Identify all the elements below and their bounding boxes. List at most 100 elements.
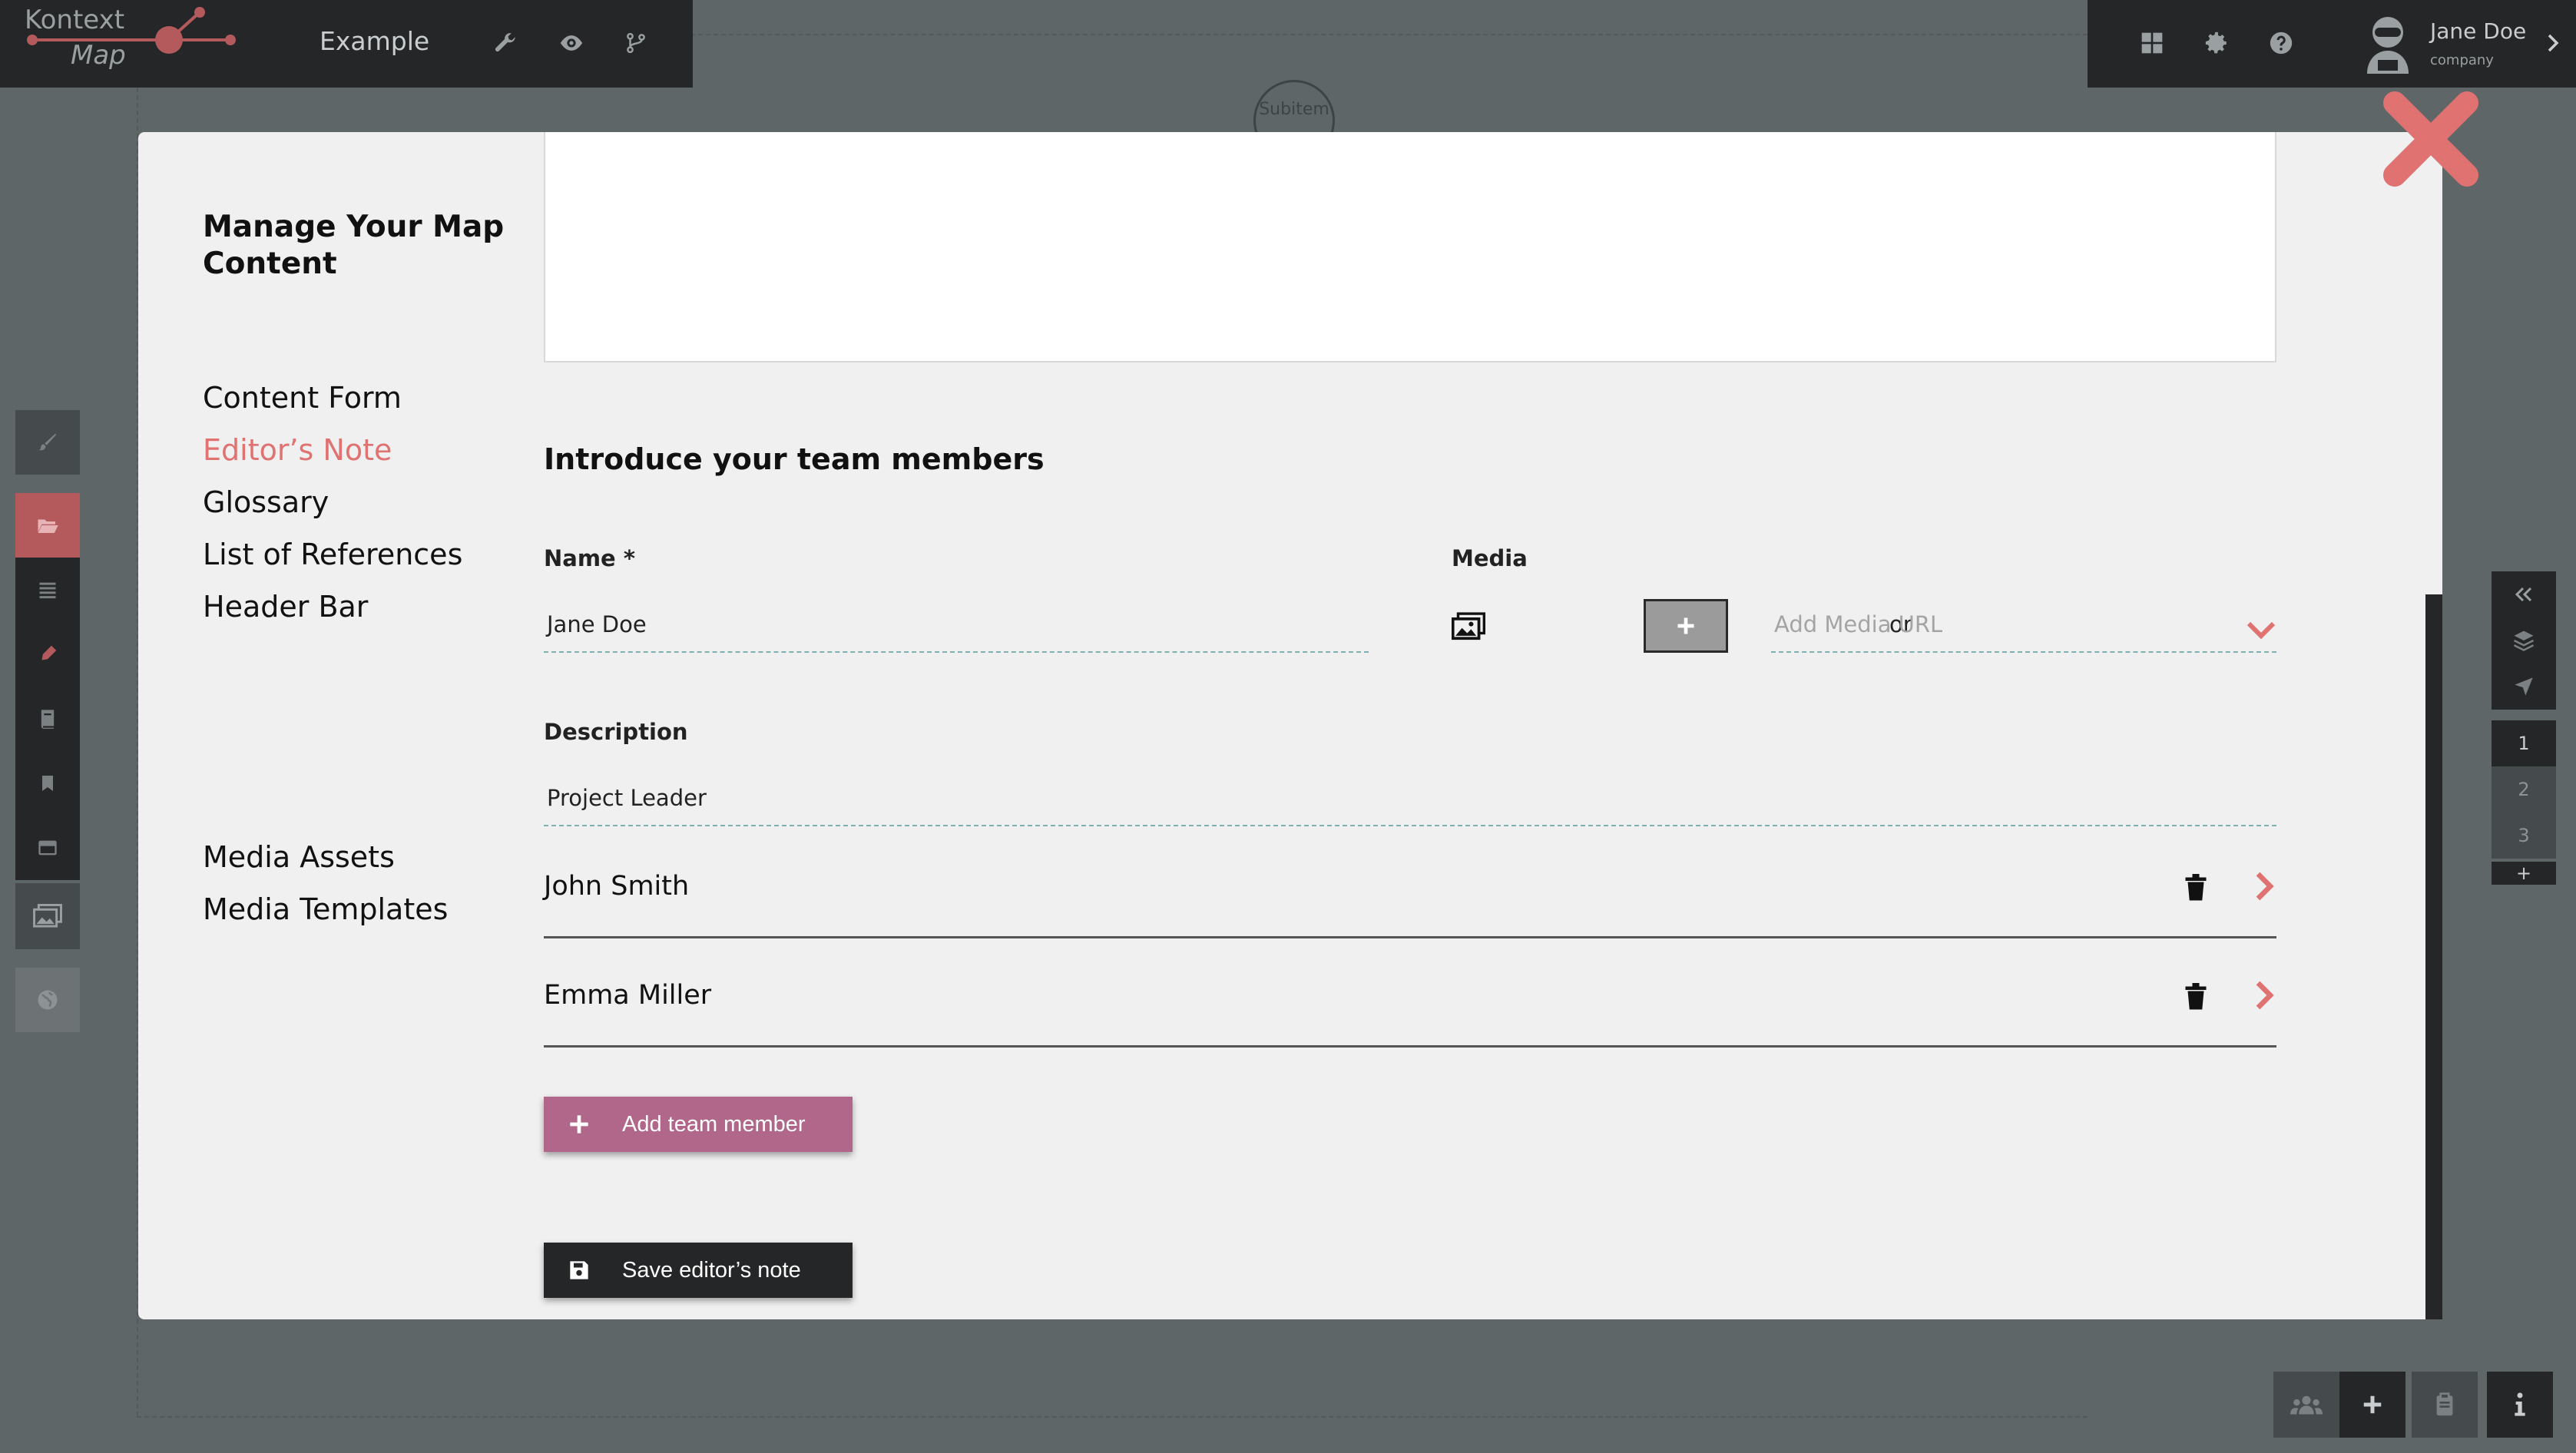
- globe-icon: [38, 990, 58, 1010]
- nav-item-media-assets[interactable]: Media Assets: [203, 831, 448, 883]
- add-team-member-button[interactable]: Add team member: [544, 1097, 853, 1152]
- window-icon: [38, 840, 57, 856]
- add-team-member-label: Add team member: [622, 1111, 806, 1137]
- logo-text-map: Map: [71, 40, 126, 71]
- team-member-row[interactable]: John Smith: [544, 831, 2276, 938]
- book-icon: [41, 710, 55, 729]
- add-page-button[interactable]: +: [2492, 862, 2556, 885]
- page-button-3[interactable]: 3: [2492, 813, 2556, 859]
- left-toolbar-group: [15, 558, 80, 880]
- user-company: company: [2430, 52, 2494, 68]
- plus-icon: [2363, 1395, 2382, 1414]
- grid-icon[interactable]: [2135, 26, 2169, 60]
- right-toolbar-group: [2492, 571, 2556, 710]
- chevron-right-icon[interactable]: [2536, 26, 2570, 60]
- media-url-input[interactable]: Add Media URL: [1774, 611, 1942, 637]
- pen-icon: [41, 645, 57, 660]
- editors-note-editor[interactable]: [544, 132, 2276, 362]
- locate-button[interactable]: [2492, 664, 2556, 710]
- name-input[interactable]: Jane Doe: [547, 611, 647, 637]
- book-tool-button[interactable]: [15, 687, 80, 751]
- navigation-arrow-icon: [2515, 677, 2533, 696]
- info-button[interactable]: [2487, 1372, 2553, 1438]
- left-toolbar: [15, 410, 80, 1032]
- content-modal: Manage Your Map Content Content Form Edi…: [138, 132, 2442, 1319]
- images-icon: [33, 904, 62, 928]
- users-icon: [2290, 1395, 2323, 1415]
- nav-item-list-of-references[interactable]: List of References: [203, 528, 462, 581]
- globe-tool-button[interactable]: [15, 968, 80, 1032]
- close-icon[interactable]: [2378, 86, 2484, 192]
- team-member-name: Emma Miller: [544, 980, 712, 1011]
- modal-content: Introduce your team members Name * Jane …: [544, 132, 2276, 1319]
- subitem-label: Subitem: [1259, 99, 1329, 119]
- bookmark-tool-button[interactable]: [15, 751, 80, 816]
- canvas-guide-bottom: [137, 1416, 2088, 1418]
- info-icon: [2515, 1392, 2525, 1416]
- eye-icon[interactable]: [555, 26, 588, 60]
- description-label: Description: [544, 719, 688, 745]
- media-url-underline: [1771, 651, 2276, 653]
- folder-tool-button[interactable]: [15, 493, 80, 558]
- modal-nav: Content Form Editor’s Note Glossary List…: [203, 372, 462, 633]
- page-button-2[interactable]: 2: [2492, 766, 2556, 813]
- save-editors-note-label: Save editor’s note: [622, 1257, 801, 1283]
- chevron-right-icon[interactable]: [2253, 871, 2275, 902]
- pen-tool-button[interactable]: [15, 622, 80, 687]
- team-button[interactable]: [2273, 1372, 2339, 1438]
- add-item-button[interactable]: [2339, 1372, 2405, 1438]
- logo-text-kontext: Kontext: [25, 5, 125, 35]
- brush-tool-button[interactable]: [15, 410, 80, 475]
- plus-icon: [1677, 617, 1694, 634]
- name-label: Name *: [544, 545, 635, 571]
- nav-item-media-templates[interactable]: Media Templates: [203, 883, 448, 935]
- trash-icon[interactable]: [2184, 983, 2207, 1011]
- images-icon[interactable]: [1452, 611, 1485, 642]
- layers-button[interactable]: [2492, 617, 2556, 664]
- clipboard-button[interactable]: [2412, 1372, 2478, 1438]
- list-icon: [39, 582, 56, 599]
- double-chevron-left-icon: [2515, 587, 2532, 602]
- modal-scrollbar[interactable]: [2425, 594, 2442, 1319]
- team-member-name: John Smith: [544, 871, 690, 902]
- nav-item-glossary[interactable]: Glossary: [203, 476, 462, 528]
- media-add-button[interactable]: [1644, 599, 1728, 653]
- page-number: 2: [2518, 779, 2530, 800]
- collapse-left-button[interactable]: [2492, 571, 2556, 617]
- top-bar-right: Jane Doe company: [2088, 0, 2576, 88]
- brush-icon: [38, 433, 57, 451]
- branch-icon[interactable]: [619, 26, 653, 60]
- top-bar-left: Kontext Map Example: [0, 0, 693, 88]
- user-name[interactable]: Jane Doe: [2430, 18, 2526, 44]
- team-member-row[interactable]: Emma Miller: [544, 940, 2276, 1048]
- trash-icon[interactable]: [2184, 874, 2207, 902]
- gear-icon[interactable]: [2200, 26, 2233, 60]
- save-editors-note-button[interactable]: Save editor’s note: [544, 1243, 853, 1298]
- plus-icon: [564, 1109, 594, 1140]
- wrench-icon[interactable]: [488, 26, 522, 60]
- page-number: 1: [2518, 733, 2530, 754]
- nav-item-header-bar[interactable]: Header Bar: [203, 581, 462, 633]
- floppy-disk-icon: [564, 1255, 594, 1286]
- media-tool-button[interactable]: [15, 883, 80, 949]
- section-title: Introduce your team members: [544, 442, 1045, 476]
- page-button-1[interactable]: 1: [2492, 720, 2556, 766]
- avatar[interactable]: [2359, 12, 2416, 75]
- window-tool-button[interactable]: [15, 816, 80, 880]
- map-title[interactable]: Example: [320, 26, 429, 56]
- nav-item-editors-note[interactable]: Editor’s Note: [203, 424, 462, 476]
- chevron-down-icon[interactable]: [2246, 619, 2276, 642]
- list-tool-button[interactable]: [15, 558, 80, 622]
- right-toolbar: 1 2 3 +: [2492, 571, 2556, 885]
- help-icon[interactable]: [2264, 26, 2298, 60]
- bookmark-icon: [42, 776, 53, 791]
- name-input-underline: [544, 651, 1369, 653]
- description-input-underline: [544, 825, 2276, 826]
- description-input[interactable]: Project Leader: [547, 785, 707, 811]
- modal-nav-title: Manage Your Map Content: [203, 210, 505, 281]
- chevron-right-icon[interactable]: [2253, 980, 2275, 1011]
- page-number: 3: [2518, 825, 2530, 846]
- layers-icon: [2513, 631, 2535, 651]
- nav-item-content-form[interactable]: Content Form: [203, 372, 462, 424]
- modal-nav-media: Media Assets Media Templates: [203, 831, 448, 935]
